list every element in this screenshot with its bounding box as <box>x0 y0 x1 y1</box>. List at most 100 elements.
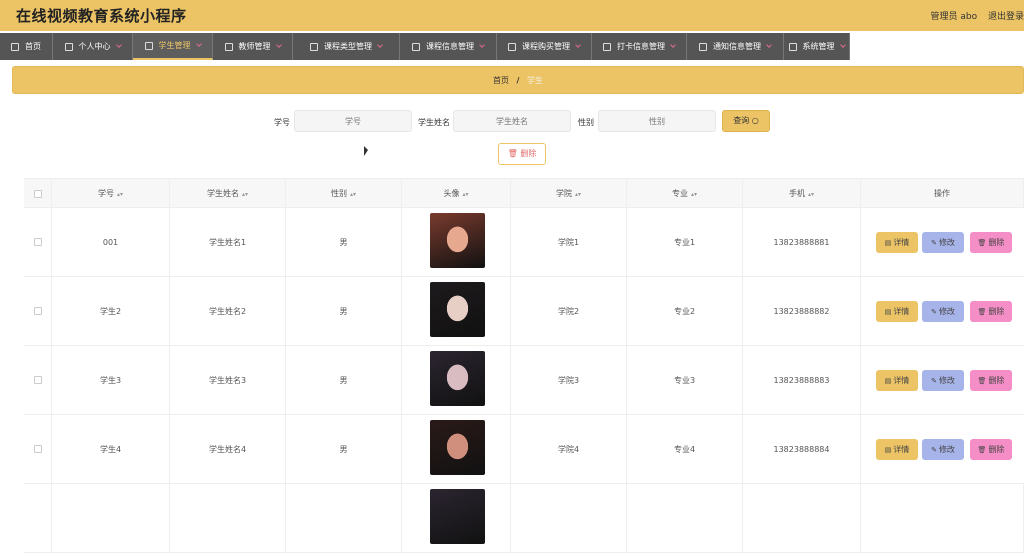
table-cell: 男 <box>286 346 402 415</box>
edit-icon: ✎ <box>931 446 937 454</box>
row-checkbox[interactable] <box>34 445 42 453</box>
nav-item-4[interactable]: 课程类型管理 <box>293 33 400 60</box>
student-name-label: 学生姓名 <box>418 117 450 128</box>
sort-icon[interactable]: ▴▾ <box>117 191 123 198</box>
table-cell <box>627 484 743 553</box>
nav-item-5[interactable]: 课程信息管理 <box>400 33 497 60</box>
table-cell <box>52 484 170 553</box>
sort-icon[interactable]: ▴▾ <box>691 191 697 198</box>
chevron-down-icon <box>670 42 676 48</box>
delete-button[interactable]: 🗑删除 <box>970 370 1012 391</box>
breadcrumb-current: 学生 <box>527 76 543 85</box>
nav-item-label: 首页 <box>25 41 41 52</box>
column-header-label: 操作 <box>934 189 950 198</box>
chevron-down-icon <box>766 42 772 48</box>
row-checkbox[interactable] <box>34 307 42 315</box>
nav-item-2[interactable]: 学生管理 <box>133 33 213 60</box>
student-name-input[interactable] <box>453 110 571 132</box>
sort-icon[interactable]: ▴▾ <box>462 191 468 198</box>
column-header: 手机▴▾ <box>743 179 861 209</box>
table-cell: 学院1 <box>511 208 627 277</box>
nav-item-label: 教师管理 <box>239 41 271 52</box>
nav-bar: 首页 个人中心 学生管理 教师管理 课程类型管理 课程信息管理 课程购买管理 打卡信息管理 通知… <box>0 33 850 60</box>
chevron-down-icon <box>575 42 581 48</box>
column-header-label: 学院 <box>556 189 572 198</box>
query-button[interactable]: 查询 ○ <box>722 110 770 132</box>
nav-item-label: 系统管理 <box>803 41 835 52</box>
user-icon <box>65 43 73 51</box>
sort-icon[interactable]: ▴▾ <box>575 191 581 198</box>
nav-item-3[interactable]: 教师管理 <box>213 33 293 60</box>
nav-item-label: 课程购买管理 <box>522 41 570 52</box>
nav-item-7[interactable]: 打卡信息管理 <box>592 33 687 60</box>
sort-icon[interactable]: ▴▾ <box>350 191 356 198</box>
nav-item-9[interactable]: 系统管理 <box>784 33 850 60</box>
table-cell: 学院2 <box>511 277 627 346</box>
admin-label[interactable]: 管理员 abo <box>931 12 978 22</box>
detail-button[interactable]: ▤详情 <box>876 232 918 253</box>
gender-input[interactable] <box>598 110 716 132</box>
table-cell <box>743 484 861 553</box>
table-cell: 学生3 <box>52 346 170 415</box>
nav-item-0[interactable]: 首页 <box>0 33 53 60</box>
table-cell: 男 <box>286 415 402 484</box>
nav-item-label: 课程信息管理 <box>426 41 474 52</box>
pin-icon <box>225 43 233 51</box>
detail-icon: ▤ <box>885 239 892 247</box>
table-cell <box>511 484 627 553</box>
column-header: 操作 <box>861 179 1024 209</box>
edit-button[interactable]: ✎修改 <box>922 301 964 322</box>
row-checkbox[interactable] <box>34 238 42 246</box>
detail-button[interactable]: ▤详情 <box>876 370 918 391</box>
table-cell <box>861 484 1024 553</box>
nav-item-8[interactable]: 通知信息管理 <box>687 33 784 60</box>
row-checkbox[interactable] <box>34 376 42 384</box>
table-row: 001学生姓名1男学院1专业113823888881▤详情✎修改🗑删除 <box>24 208 1024 277</box>
nav-item-label: 打卡信息管理 <box>617 41 665 52</box>
chevron-down-icon <box>840 42 846 48</box>
batch-delete-button[interactable]: 🗑 删除 <box>498 143 546 165</box>
search-icon: ○ <box>752 116 759 125</box>
remove-icon: 🗑 <box>978 377 987 385</box>
table-cell: 13823888883 <box>743 346 861 415</box>
trash-icon: 🗑 <box>508 149 518 158</box>
nav-item-label: 个人中心 <box>79 41 111 52</box>
column-header: 学院▴▾ <box>511 179 627 209</box>
select-all-checkbox[interactable] <box>34 190 42 198</box>
edit-button[interactable]: ✎修改 <box>922 232 964 253</box>
nav-item-1[interactable]: 个人中心 <box>53 33 133 60</box>
edit-label: 修改 <box>939 376 955 385</box>
detail-label: 详情 <box>893 307 909 316</box>
table-cell: 13823888882 <box>743 277 861 346</box>
detail-button[interactable]: ▤详情 <box>876 301 918 322</box>
delete-button[interactable]: 🗑删除 <box>970 439 1012 460</box>
chevron-down-icon <box>377 42 383 48</box>
sort-icon[interactable]: ▴▾ <box>242 191 248 198</box>
column-header-label: 手机 <box>789 189 805 198</box>
column-header-label: 学号 <box>98 189 114 198</box>
table-cell: 男 <box>286 277 402 346</box>
chevron-down-icon <box>116 42 122 48</box>
delete-button[interactable]: 🗑删除 <box>970 232 1012 253</box>
breadcrumb-home[interactable]: 首页 <box>493 76 509 85</box>
nav-item-6[interactable]: 课程购买管理 <box>497 33 592 60</box>
column-header: 专业▴▾ <box>627 179 743 209</box>
table-row: 学生2学生姓名2男学院2专业213823888882▤详情✎修改🗑删除 <box>24 277 1024 346</box>
edit-button[interactable]: ✎修改 <box>922 439 964 460</box>
avatar <box>430 489 485 544</box>
edit-label: 修改 <box>939 238 955 247</box>
sort-icon[interactable]: ▴▾ <box>808 191 814 198</box>
breadcrumb-separator: / <box>517 76 520 85</box>
table-cell: 学生姓名4 <box>170 415 286 484</box>
detail-button[interactable]: ▤详情 <box>876 439 918 460</box>
table-cell: 学生2 <box>52 277 170 346</box>
avatar <box>430 282 485 337</box>
remove-label: 删除 <box>988 376 1004 385</box>
query-label: 查询 <box>733 116 749 125</box>
student-id-input[interactable] <box>294 110 412 132</box>
logout-link[interactable]: 退出登录 <box>988 12 1024 22</box>
table-cell <box>24 484 52 553</box>
delete-button[interactable]: 🗑删除 <box>970 301 1012 322</box>
edit-button[interactable]: ✎修改 <box>922 370 964 391</box>
user-area: 管理员 abo 退出登录 <box>931 9 1024 22</box>
